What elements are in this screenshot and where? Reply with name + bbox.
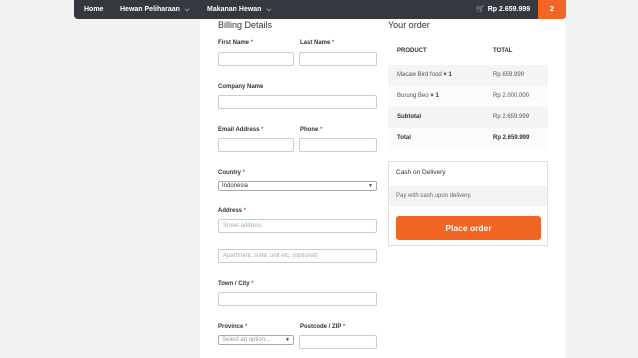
company-field[interactable]: [218, 95, 377, 109]
payment-method-cod[interactable]: Cash on Delivery: [396, 169, 446, 176]
chevron-down-icon: ⌵: [184, 7, 190, 13]
billing-title: Billing Details: [218, 20, 273, 30]
caret-down-icon: ▼: [368, 183, 373, 189]
order-item-total: Rp 2.000.000: [493, 93, 530, 99]
cart-count-badge[interactable]: 2: [538, 0, 566, 19]
province-placeholder: Select an option...: [222, 337, 271, 343]
city-field[interactable]: [218, 292, 377, 306]
subtotal-row: Subtotal Rp 2.659.999: [388, 107, 548, 128]
email-field[interactable]: [218, 138, 294, 152]
country-value: Indonesia: [222, 183, 249, 189]
order-item-row: Macaw Bird food × 1 Rp 659.999: [388, 65, 548, 86]
postcode-field[interactable]: [299, 335, 377, 349]
nav-item-label: Hewan Peliharaan: [120, 6, 180, 13]
nav-item-makanan-hewan[interactable]: Makanan Hewan ⌵: [207, 0, 271, 19]
city-label: Town / City *: [218, 281, 254, 287]
subtotal-label: Subtotal: [397, 114, 421, 120]
total-label: Total: [397, 135, 411, 141]
first-name-label: First Name *: [218, 40, 254, 46]
caret-down-icon: ▼: [285, 337, 290, 343]
email-label: Email Address *: [218, 127, 264, 133]
country-select[interactable]: Indonesia ▼: [218, 181, 377, 191]
address-line2-placeholder: Apartment, suite, unit etc. (optional): [223, 253, 318, 259]
company-label: Company Name: [218, 84, 264, 90]
column-header-product: PRODUCT: [397, 48, 427, 54]
phone-field[interactable]: [299, 138, 377, 152]
order-item-name: Macaw Bird food × 1: [397, 72, 452, 78]
place-order-button[interactable]: Place order: [396, 216, 541, 240]
shopping-cart-icon: 🛒: [476, 6, 485, 13]
nav-item-hewan-peliharaan[interactable]: Hewan Peliharaan ⌵: [120, 0, 189, 19]
nav-item-home[interactable]: Home: [84, 0, 103, 19]
nav-item-label: Home: [84, 6, 104, 13]
total-row: Total Rp 2.659.999: [388, 128, 548, 149]
province-select[interactable]: Select an option... ▼: [218, 335, 294, 345]
top-nav-bar: Home Hewan Peliharaan ⌵ Makanan Hewan ⌵ 🛒 R…: [74, 0, 566, 19]
subtotal-value: Rp 2.659.999: [493, 114, 530, 120]
cart-total-link[interactable]: 🛒 Rp 2.659.999: [476, 0, 530, 19]
address-line2-field[interactable]: Apartment, suite, unit etc. (optional): [218, 249, 377, 263]
payment-box: Cash on Delivery Pay with cash upon deli…: [388, 161, 548, 246]
province-label: Province *: [218, 324, 248, 330]
phone-label: Phone *: [300, 127, 323, 133]
postcode-label: Postcode / ZIP *: [300, 324, 346, 330]
order-item-row: Burung Beo × 1 Rp 2.000.000: [388, 86, 548, 107]
column-header-total: TOTAL: [493, 48, 513, 54]
order-item-name: Burung Beo × 1: [397, 93, 439, 99]
street-address-placeholder: Street address: [223, 223, 263, 229]
order-item-total: Rp 659.999: [493, 72, 525, 78]
total-value: Rp 2.659.999: [493, 135, 530, 141]
chevron-down-icon: ⌵: [266, 7, 272, 13]
nav-item-label: Makanan Hewan: [207, 6, 262, 13]
last-name-field[interactable]: [299, 52, 377, 66]
payment-description: Pay with cash upon delivery.: [389, 186, 547, 206]
cart-total: Rp 2.659.999: [487, 6, 531, 13]
order-title: Your order: [388, 20, 430, 30]
street-address-field[interactable]: Street address: [218, 219, 377, 233]
cart-count: 2: [550, 6, 554, 13]
address-label: Address *: [218, 208, 247, 214]
first-name-field[interactable]: [218, 52, 294, 66]
last-name-label: Last Name *: [300, 40, 335, 46]
checkout-page: Billing Details First Name * Last Name *…: [200, 19, 565, 358]
country-label: Country *: [218, 170, 246, 176]
